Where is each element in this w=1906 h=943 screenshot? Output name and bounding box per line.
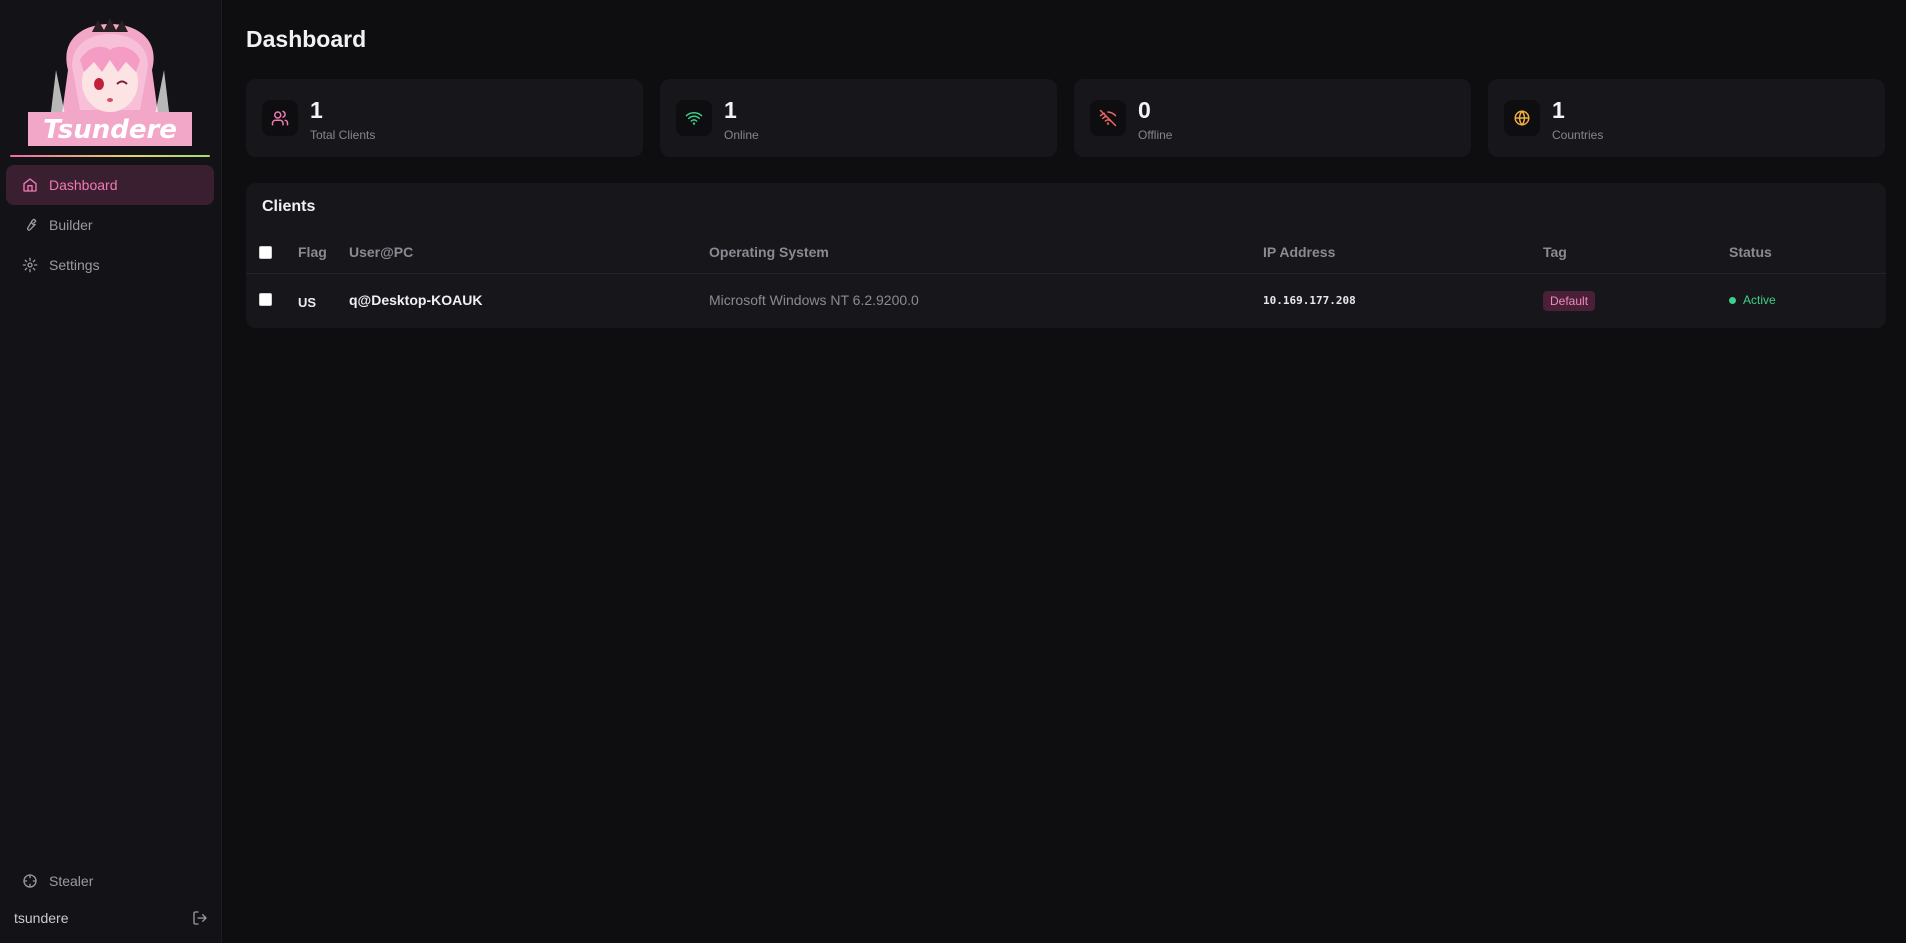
column-header-os[interactable]: Operating System <box>709 244 829 260</box>
clients-panel: Clients Flag User@PC Operating System IP… <box>246 183 1886 328</box>
row-user-pc: q@Desktop-KOAUK <box>349 292 483 308</box>
crosshair-icon <box>22 873 38 889</box>
row-tag-badge: Default <box>1543 291 1596 311</box>
sidebar-item-label: Stealer <box>49 873 94 889</box>
row-flag: US <box>298 295 317 310</box>
wifi-off-icon <box>1090 100 1126 136</box>
globe-icon <box>1504 100 1540 136</box>
stat-value: 1 <box>1552 97 1565 123</box>
gear-icon <box>22 257 38 273</box>
username: tsundere <box>14 910 69 926</box>
column-header-flag[interactable]: Flag <box>298 244 327 260</box>
sidebar-item-dashboard[interactable]: Dashboard <box>6 165 214 205</box>
select-all-checkbox[interactable] <box>259 246 272 259</box>
status-dot <box>1729 296 1736 304</box>
page-title: Dashboard <box>246 26 367 52</box>
clients-title: Clients <box>262 198 316 215</box>
row-checkbox[interactable] <box>259 293 272 306</box>
header-divider <box>246 273 1886 274</box>
column-header-status[interactable]: Status <box>1729 244 1772 260</box>
home-icon <box>22 177 38 193</box>
stat-value: 1 <box>310 97 323 123</box>
stat-label: Total Clients <box>310 128 376 142</box>
stat-card-countries: 1 Countries <box>1488 79 1885 157</box>
sidebar-item-stealer[interactable]: Stealer <box>22 873 93 889</box>
sidebar-item-settings[interactable]: Settings <box>6 245 214 285</box>
stats-row: 1 Total Clients 1 Online 0 Offline 1 Cou… <box>246 79 1885 157</box>
stat-label: Countries <box>1552 128 1604 142</box>
column-header-ip[interactable]: IP Address <box>1263 244 1335 260</box>
sidebar-item-label: Dashboard <box>49 177 118 193</box>
row-os: Microsoft Windows NT 6.2.9200.0 <box>709 292 919 308</box>
stat-card-online: 1 Online <box>660 79 1057 157</box>
sidebar-item-builder[interactable]: Builder <box>6 205 214 245</box>
logo-art: Tsundere <box>28 18 192 146</box>
logo-divider <box>10 155 210 157</box>
user-row: tsundere <box>14 910 208 926</box>
users-icon <box>262 100 298 136</box>
stat-label: Online <box>724 128 759 142</box>
wifi-icon <box>676 100 712 136</box>
sidebar: Tsundere Dashboard Builder Settings Stea <box>0 0 222 943</box>
sidebar-item-label: Builder <box>49 217 93 233</box>
logo: Tsundere <box>10 10 210 158</box>
stat-value: 1 <box>724 97 737 123</box>
sidebar-item-label: Settings <box>49 257 100 273</box>
wrench-icon <box>22 217 38 233</box>
logo-text: Tsundere <box>43 115 177 145</box>
status-text: Active <box>1743 293 1776 307</box>
stat-card-total-clients: 1 Total Clients <box>246 79 643 157</box>
sidebar-nav: Dashboard Builder Settings <box>6 165 214 285</box>
column-header-tag[interactable]: Tag <box>1543 244 1567 260</box>
row-status: Active <box>1729 293 1776 307</box>
logout-icon[interactable] <box>192 910 208 926</box>
row-ip: 10.169.177.208 <box>1263 294 1356 307</box>
stat-card-offline: 0 Offline <box>1074 79 1471 157</box>
stat-label: Offline <box>1138 128 1173 142</box>
stat-value: 0 <box>1138 97 1151 123</box>
column-header-user-pc[interactable]: User@PC <box>349 244 413 260</box>
